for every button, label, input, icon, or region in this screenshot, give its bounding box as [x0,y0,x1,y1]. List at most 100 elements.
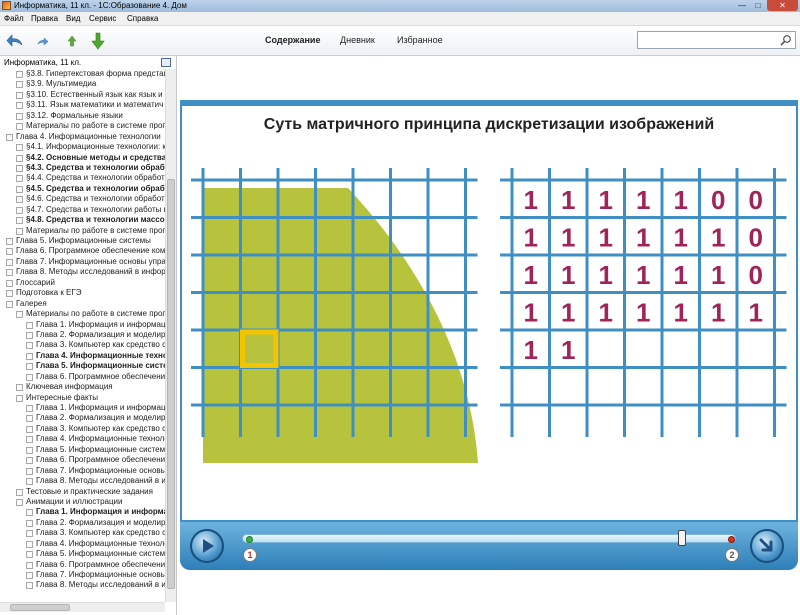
menu-help[interactable]: Справка [127,14,158,24]
tree-item[interactable]: Подготовка к ЕГЭ [0,288,165,298]
tree-node-box[interactable] [26,509,33,517]
tree-node-box[interactable] [26,519,33,527]
tree-node-box[interactable] [16,91,23,99]
tree-node-box[interactable] [16,123,23,131]
sidebar-vertical-scrollbar[interactable] [165,69,176,602]
tree-node-box[interactable] [6,290,13,298]
tree-item[interactable]: Глава 5. Информационные систем [0,549,165,559]
tree-node-box[interactable] [16,175,23,183]
tree-item[interactable]: §3.9. Мультимедиа [0,79,165,89]
tree-node-box[interactable] [6,279,13,287]
tree-item[interactable]: Глава 8. Методы исследований в инфор [0,267,165,277]
tree-item[interactable]: Материалы по работе в системе прог [0,226,165,236]
tree-node-box[interactable] [16,206,23,214]
tree-node-box[interactable] [16,227,23,235]
tree-item[interactable]: Глава 6. Программное обеспечени [0,372,165,382]
tree-node-box[interactable] [16,394,23,402]
tree-item[interactable]: Глава 2. Формализация и моделир [0,413,165,423]
tree-item[interactable]: §4.6. Средства и технологии обработ [0,194,165,204]
sidebar-horizontal-scrollbar[interactable] [0,602,165,612]
tree-node-box[interactable] [6,269,13,277]
tree-node-box[interactable] [26,352,33,360]
tree-node-box[interactable] [16,384,23,392]
tree-item[interactable]: Глава 7. Информационные основы упра [0,257,165,267]
tree-node-box[interactable] [26,467,33,475]
tree-node-box[interactable] [16,488,23,496]
tree-node-box[interactable] [26,561,33,569]
tree-node-box[interactable] [16,154,23,162]
next-slide-button[interactable] [750,529,784,563]
tree-item[interactable]: Интересные факты [0,393,165,403]
tree-node-box[interactable] [26,405,33,412]
tree-item[interactable]: Глава 5. Информационные систем [0,445,165,455]
tree-node-box[interactable] [16,185,23,193]
tree-node-box[interactable] [16,498,23,506]
tree-node-box[interactable] [26,436,33,444]
tree-node-box[interactable] [26,457,33,465]
tree-item[interactable]: Анимации и иллюстрации [0,497,165,507]
tree-node-box[interactable] [16,81,23,89]
tree-item[interactable]: Глава 4. Информационные техноло [0,351,165,361]
tree-item[interactable]: §4.4. Средства и технологии обработ [0,173,165,183]
tree-item[interactable]: Глава 2. Формализация и моделир [0,518,165,528]
sidebar-toggle-icon[interactable] [161,58,171,67]
tree-item[interactable]: Глава 1. Информация и информаци [0,320,165,330]
tree-node-box[interactable] [26,373,33,381]
tree-item[interactable]: §4.2. Основные методы и средства ин [0,153,165,163]
tree-item[interactable]: Глава 4. Информационные технологии [0,132,165,142]
menu-edit[interactable]: Правка [31,14,58,24]
tree-node-box[interactable] [6,258,13,266]
tree-node-box[interactable] [16,144,23,152]
tree-item[interactable]: §3.12. Формальные языки [0,111,165,121]
tree-item[interactable]: §3.8. Гипертекстовая форма представ [0,69,165,79]
tree-item[interactable]: Глава 6. Программное обеспечени [0,560,165,570]
tree-node-box[interactable] [16,217,23,225]
tree-item[interactable]: Глава 3. Компьютер как средство с [0,424,165,434]
tree-item[interactable]: Глава 8. Методы исследований в и [0,580,165,590]
close-button[interactable]: ✕ [767,0,798,11]
tree-node-box[interactable] [26,363,33,371]
tree-item[interactable]: Глоссарий [0,278,165,288]
tree-node-box[interactable] [26,425,33,433]
tree-item[interactable]: Материалы по работе в системе прог [0,121,165,131]
tree-node-box[interactable] [16,164,23,172]
tree-node-box[interactable] [16,311,23,319]
tree-item[interactable]: Глава 3. Компьютер как средство с [0,528,165,538]
tree-item[interactable]: Глава 5. Информационные систем [0,361,165,371]
tab-favorites[interactable]: Избранное [397,35,443,45]
tree-node-box[interactable] [26,530,33,538]
tree-item[interactable]: Материалы по работе в системе прог [0,309,165,319]
tab-diary[interactable]: Дневник [340,35,375,45]
tree-item[interactable]: Глава 7. Информационные основы [0,570,165,580]
tree-node-box[interactable] [26,331,33,339]
tree-item[interactable]: Глава 8. Методы исследований в и [0,476,165,486]
scrollbar-thumb[interactable] [167,179,175,589]
tree-node-box[interactable] [6,238,13,245]
tree-node-box[interactable] [16,196,23,204]
tree-node-box[interactable] [16,102,23,110]
tree-item[interactable]: Глава 1. Информация и информаци [0,403,165,413]
tree-node-box[interactable] [26,321,33,329]
tree-item[interactable]: §4.8. Средства и технологии массовых [0,215,165,225]
progress-track[interactable] [242,534,736,543]
scrollbar-thumb[interactable] [10,604,70,611]
tree-item[interactable]: §3.11. Язык математики и математич [0,100,165,110]
up-arrow-icon[interactable] [63,32,81,50]
tree-node-box[interactable] [16,71,23,78]
tree-node-box[interactable] [26,540,33,548]
maximize-button[interactable]: □ [751,0,765,11]
tree-item[interactable]: §3.10. Естественный язык как язык и [0,90,165,100]
tree-item[interactable]: Глава 1. Информация и информа [0,507,165,517]
tree-item[interactable]: §4.5. Средства и технологии обработ [0,184,165,194]
tree-node-box[interactable] [26,551,33,559]
search-icon[interactable] [780,34,792,46]
tree-item[interactable]: Глава 6. Программное обеспечени [0,455,165,465]
down-arrow-icon[interactable] [89,32,107,50]
tree-node-box[interactable] [26,582,33,590]
search-input[interactable] [637,31,796,49]
back-arrow-icon[interactable] [6,32,24,50]
menu-service[interactable]: Сервис [89,14,116,24]
progress-knob[interactable] [677,530,686,546]
tree-item[interactable]: Галерея [0,299,165,309]
tree-item[interactable]: Глава 7. Информационные основы [0,466,165,476]
